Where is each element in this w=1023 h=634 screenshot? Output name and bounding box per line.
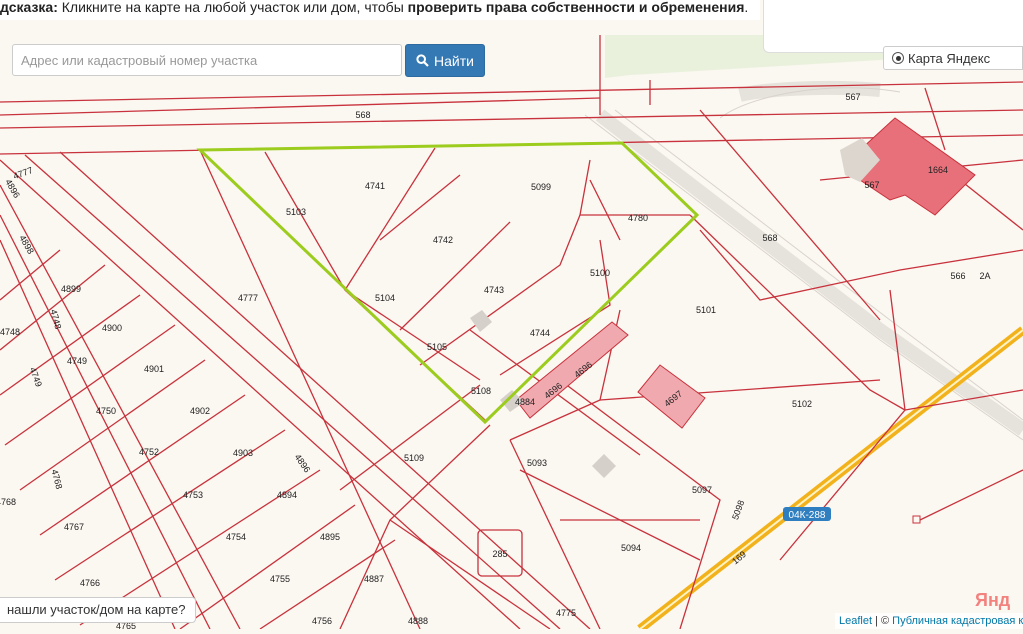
- radio-selected-icon[interactable]: [892, 52, 904, 64]
- hint-prefix: дсказка:: [0, 0, 58, 15]
- parcel-label: 4741: [365, 181, 385, 191]
- parcel-label: 4887: [364, 574, 384, 584]
- parcel-label: 568: [762, 233, 777, 243]
- parcel-label: 4777: [238, 293, 258, 303]
- parcel-label: 2А: [979, 271, 990, 281]
- parcel-label: 5094: [621, 543, 641, 553]
- parcel-label: 4750: [96, 406, 116, 416]
- parcel-label: 567: [845, 92, 860, 102]
- parcel-label: 4744: [530, 328, 550, 338]
- parcel-label: 4894: [277, 490, 297, 500]
- cadastral-map[interactable]: 04К-288 568 567 567 568 566 2А 1664 5103…: [0, 0, 1023, 633]
- attribution-separator: | ©: [872, 615, 893, 627]
- hint-suffix: .: [744, 0, 749, 15]
- parcel-label: 4900: [102, 323, 122, 333]
- hint-bar: дсказка: Кликните на карте на любой учас…: [0, 0, 760, 20]
- layer-option-label: Карта Яндекс: [908, 50, 991, 66]
- parcel-label: 4903: [233, 448, 253, 458]
- parcel-label: 5103: [286, 207, 306, 217]
- layer-option-yandex[interactable]: Карта Яндекс: [883, 46, 1023, 70]
- parcel-label: 4754: [226, 532, 246, 542]
- parcel-label: 4752: [139, 447, 159, 457]
- not-found-button[interactable]: нашли участок/дом на карте?: [0, 597, 197, 623]
- search-icon: [416, 54, 429, 67]
- parcel-label: 4749: [67, 356, 87, 366]
- parcel-label: 5093: [527, 458, 547, 468]
- road-sign: 04К-288: [789, 510, 826, 521]
- search-bar: Найти: [12, 44, 485, 77]
- parcel-label: 5108: [471, 386, 491, 396]
- parcel-label: 4768: [0, 497, 16, 507]
- parcel-label: 4895: [320, 532, 340, 542]
- parcel-label: 5100: [590, 268, 610, 278]
- parcel-label: 567: [864, 180, 879, 190]
- parcel-label: 566: [950, 271, 965, 281]
- leaflet-link[interactable]: Leaflet: [839, 615, 872, 627]
- parcel-label: 4888: [408, 616, 428, 626]
- parcel-label: 4901: [144, 364, 164, 374]
- parcel-label: 4767: [64, 522, 84, 532]
- parcel-label: 5099: [531, 182, 551, 192]
- parcel-label: 5097: [692, 485, 712, 495]
- hint-bold-text: проверить права собственности и обремене…: [407, 0, 745, 15]
- map-attribution: Leaflet | © Публичная кадастровая ка: [835, 613, 1023, 629]
- parcel-label: 1664: [928, 165, 948, 175]
- parcel-label: 4748: [0, 327, 20, 337]
- parcel-label: 4884: [515, 397, 535, 407]
- search-button-label: Найти: [434, 52, 474, 69]
- cadastral-map-link[interactable]: Публичная кадастровая ка: [892, 615, 1023, 627]
- yandex-logo: Янд: [975, 590, 1011, 610]
- parcel-label: 4756: [312, 616, 332, 626]
- parcel-label: 5101: [696, 305, 716, 315]
- parcel-label: 4743: [484, 285, 504, 295]
- parcel-label: 4742: [433, 235, 453, 245]
- parcel-label: 568: [355, 110, 370, 120]
- parcel-label: 5109: [404, 453, 424, 463]
- parcel-label: 4766: [80, 578, 100, 588]
- parcel-label: 4899: [61, 284, 81, 294]
- parcel-label: 4755: [270, 574, 290, 584]
- search-button[interactable]: Найти: [405, 44, 485, 77]
- parcel-label: 5104: [375, 293, 395, 303]
- parcel-label: 4753: [183, 490, 203, 500]
- search-input[interactable]: [12, 44, 402, 76]
- parcel-label: 4775: [556, 608, 576, 618]
- parcel-label: 4780: [628, 213, 648, 223]
- parcel-label: 5105: [427, 342, 447, 352]
- parcel-label: 5102: [792, 399, 812, 409]
- parcel-label: 4902: [190, 406, 210, 416]
- parcel-label: 285: [492, 549, 507, 559]
- hint-text: Кликните на карте на любой участок или д…: [57, 0, 408, 15]
